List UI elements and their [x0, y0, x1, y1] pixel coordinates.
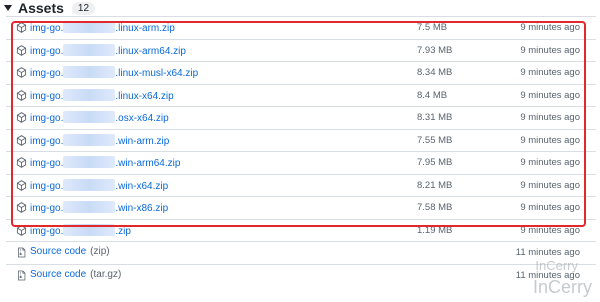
- asset-size: 7.58 MB: [417, 202, 453, 213]
- asset-name[interactable]: img-go. .win-arm64.zip: [30, 156, 180, 169]
- asset-size: 8.34 MB: [417, 67, 453, 78]
- source-code-time: 11 minutes ago: [515, 247, 580, 258]
- asset-name[interactable]: img-go. .linux-arm.zip: [30, 21, 175, 34]
- asset-time: 9 minutes ago: [520, 134, 580, 146]
- asset-name[interactable]: img-go. .linux-x64.zip: [30, 88, 174, 102]
- asset-row: img-go. .linux-x64.zip 8.4 MB 9 minutes a…: [6, 83, 596, 107]
- asset-time: 9 minutes ago: [520, 67, 580, 78]
- package-icon: [16, 112, 27, 123]
- redacted-text: [63, 178, 116, 191]
- asset-size: 8.4 MB: [417, 89, 448, 101]
- asset-time: 9 minutes ago: [520, 179, 580, 191]
- assets-title: Assets: [18, 0, 64, 16]
- asset-time: 9 minutes ago: [520, 157, 580, 168]
- assets-count-badge: 12: [71, 1, 96, 15]
- asset-row: img-go. .linux-musl-x64.zip 8.34 MB 9 min…: [6, 61, 596, 84]
- asset-size: 7.93 MB: [417, 44, 453, 56]
- asset-link[interactable]: img-go. .linux-arm.zip: [30, 21, 175, 34]
- package-icon: [16, 89, 27, 101]
- redacted-text: [63, 88, 116, 101]
- asset-row: img-go. .win-x64.zip 8.21 MB 9 minutes ag…: [6, 173, 596, 197]
- package-icon: [16, 202, 27, 213]
- asset-size: 7.55 MB: [417, 134, 453, 146]
- asset-link[interactable]: img-go. .win-arm.zip: [30, 133, 169, 147]
- watermark: InCerry InCerry: [482, 258, 592, 298]
- package-icon: [16, 157, 27, 168]
- file-zip-icon: [18, 270, 26, 280]
- asset-name[interactable]: img-go. .linux-musl-x64.zip: [30, 66, 198, 79]
- asset-link[interactable]: img-go. .linux-musl-x64.zip: [30, 66, 198, 79]
- package-icon: [16, 67, 27, 78]
- assets-list: img-go. .linux-arm.zip 7.5 MB 9 minutes a…: [6, 16, 596, 286]
- asset-size: 8.31 MB: [417, 112, 453, 123]
- asset-row: img-go. .linux-arm64.zip 7.93 MB 9 minute…: [6, 38, 596, 62]
- asset-time: 9 minutes ago: [520, 44, 580, 56]
- asset-name[interactable]: img-go. .win-x64.zip: [30, 178, 168, 192]
- watermark-text: InCerry: [535, 258, 578, 273]
- redacted-text: [63, 111, 116, 123]
- asset-link[interactable]: img-go. .osx-x64.zip: [30, 111, 169, 124]
- source-code-name[interactable]: Source code (zip): [30, 246, 110, 257]
- package-icon: [16, 134, 27, 146]
- package-icon: [16, 179, 27, 191]
- asset-name[interactable]: img-go. .osx-x64.zip: [30, 111, 169, 124]
- redacted-text: [63, 43, 116, 56]
- source-code-zip-link[interactable]: Source code (zip): [30, 246, 110, 257]
- asset-row: img-go. .zip 1.19 MB 9 minutes ago: [6, 218, 596, 242]
- redacted-text: [63, 66, 116, 78]
- asset-size: 7.95 MB: [417, 157, 453, 168]
- asset-time: 9 minutes ago: [520, 22, 580, 33]
- redacted-text: [63, 21, 116, 33]
- asset-name[interactable]: img-go. .win-x86.zip: [30, 201, 168, 214]
- package-icon: [16, 22, 27, 33]
- asset-link[interactable]: img-go. .zip: [30, 223, 131, 237]
- redacted-text: [63, 201, 116, 213]
- asset-time: 9 minutes ago: [520, 112, 580, 123]
- asset-time: 9 minutes ago: [520, 224, 580, 236]
- asset-row: img-go. .linux-arm.zip 7.5 MB 9 minutes a…: [6, 16, 596, 39]
- package-icon: [16, 224, 27, 236]
- asset-link[interactable]: img-go. .win-x64.zip: [30, 178, 168, 192]
- file-zip-icon: [18, 247, 26, 258]
- asset-size: 1.19 MB: [417, 224, 453, 236]
- asset-name[interactable]: img-go. .zip: [30, 223, 131, 237]
- asset-time: 9 minutes ago: [520, 89, 580, 101]
- asset-row: img-go. .win-arm64.zip 7.95 MB 9 minutes …: [6, 151, 596, 174]
- source-code-targz-link[interactable]: Source code (tar.gz): [30, 269, 121, 280]
- source-code-name[interactable]: Source code (tar.gz): [30, 269, 121, 280]
- asset-time: 9 minutes ago: [520, 202, 580, 213]
- redacted-text: [63, 156, 116, 168]
- asset-size: 7.5 MB: [417, 22, 448, 33]
- assets-header[interactable]: Assets 12: [4, 0, 96, 16]
- redacted-text: [63, 223, 116, 236]
- asset-size: 8.21 MB: [417, 179, 453, 191]
- asset-row: img-go. .win-arm.zip 7.55 MB 9 minutes ag…: [6, 128, 596, 152]
- asset-name[interactable]: img-go. .linux-arm64.zip: [30, 43, 186, 57]
- asset-row: img-go. .win-x86.zip 7.58 MB 9 minutes ag…: [6, 196, 596, 219]
- asset-link[interactable]: img-go. .win-arm64.zip: [30, 156, 180, 169]
- redacted-text: [63, 133, 116, 146]
- asset-row: img-go. .osx-x64.zip 8.31 MB 9 minutes ag…: [6, 106, 596, 129]
- asset-link[interactable]: img-go. .win-x86.zip: [30, 201, 168, 214]
- caret-down-icon[interactable]: [4, 5, 12, 11]
- asset-link[interactable]: img-go. .linux-x64.zip: [30, 88, 174, 102]
- asset-name[interactable]: img-go. .win-arm.zip: [30, 133, 169, 147]
- watermark-text: InCerry: [532, 277, 592, 297]
- asset-link[interactable]: img-go. .linux-arm64.zip: [30, 43, 186, 57]
- package-icon: [16, 44, 27, 56]
